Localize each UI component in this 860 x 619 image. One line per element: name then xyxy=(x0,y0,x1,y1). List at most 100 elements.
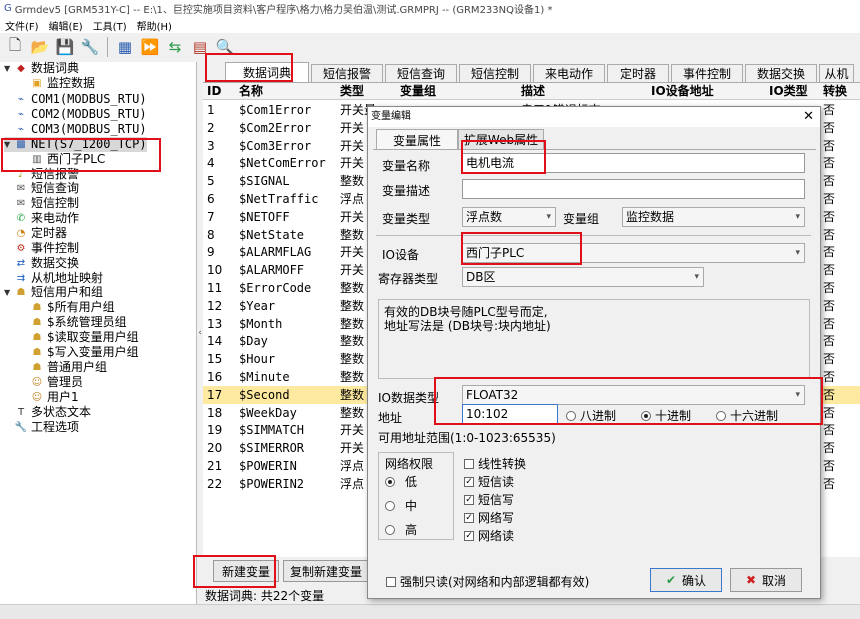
tree-item[interactable]: ☗ $写入变量用户组 xyxy=(20,345,139,360)
tree-item[interactable]: ⌁ COM3(MODBUS_RTU) xyxy=(4,122,147,137)
tab-variable-attrs[interactable]: 变量属性 xyxy=(376,129,458,150)
tab-3[interactable]: 短信控制 xyxy=(459,64,531,82)
checkbox-4[interactable]: ✓ 网络读 xyxy=(464,527,514,544)
col-type[interactable]: 类型 xyxy=(340,83,364,100)
checkbox-3[interactable]: ✓ 网络写 xyxy=(464,509,514,526)
tree-item[interactable]: ▼ ◆ 数据词典 xyxy=(4,61,79,76)
copy-new-variable-button[interactable]: 复制新建变量 xyxy=(283,560,369,582)
tree-item[interactable]: ⌁ COM1(MODBUS_RTU) xyxy=(4,92,147,107)
tree-item[interactable]: ⇄ 数据交换 xyxy=(4,256,79,271)
perm-low-radio[interactable]: 低 xyxy=(385,473,417,490)
cell-type: 整数 xyxy=(340,298,365,313)
col-id[interactable]: ID xyxy=(207,83,221,100)
tree-item[interactable]: ✆ 来电动作 xyxy=(4,211,79,226)
perm-mid-radio[interactable]: 中 xyxy=(385,497,417,514)
addr-input[interactable]: 10:102 xyxy=(462,404,558,424)
checkbox-1[interactable]: ✓ 短信读 xyxy=(464,473,514,490)
col-name[interactable]: 名称 xyxy=(239,83,263,100)
tab-6[interactable]: 事件控制 xyxy=(671,64,743,82)
tree-item[interactable]: ☗ $读取变量用户组 xyxy=(20,330,139,345)
cancel-button[interactable]: ✖ 取消 xyxy=(730,568,802,592)
checkbox-2[interactable]: ✓ 短信写 xyxy=(464,491,514,508)
tree-item[interactable]: ▼ ▩ NET(S7_1200_TCP) xyxy=(4,137,147,152)
tree-item[interactable]: ✉ 短信控制 xyxy=(4,196,79,211)
download-icon[interactable]: ▤ xyxy=(189,36,211,58)
tree-item[interactable]: ◔ 定时器 xyxy=(4,226,67,241)
cell-conv: 否 xyxy=(823,174,836,189)
tree-item[interactable]: ⌁ COM2(MODBUS_RTU) xyxy=(4,107,147,122)
tab-1[interactable]: 短信报警 xyxy=(311,64,383,82)
tree-item[interactable]: ☗ $系统管理员组 xyxy=(20,315,127,330)
checkbox-0[interactable]: 线性转换 xyxy=(464,455,526,472)
readonly-checkbox[interactable]: 强制只读(对网络和内部逻辑都有效) xyxy=(386,573,589,590)
menu-file[interactable]: 文件(F) xyxy=(0,18,44,33)
close-icon[interactable]: ✕ xyxy=(803,107,814,127)
expander-icon[interactable]: ▼ xyxy=(4,137,14,152)
cell-conv: 否 xyxy=(823,441,836,456)
tab-2[interactable]: 短信查询 xyxy=(385,64,457,82)
save-icon[interactable]: 💾 xyxy=(54,36,76,58)
group-icon: ☗ xyxy=(32,302,42,313)
var-name-input[interactable]: 电机电流 xyxy=(462,153,805,173)
reg-type-select[interactable]: DB区 ▾ xyxy=(462,267,704,287)
plug-icon: ⌁ xyxy=(17,109,25,120)
tab-5[interactable]: 定时器 xyxy=(607,64,669,82)
tree-item[interactable]: ☺ 用户1 xyxy=(20,390,79,405)
var-group-select[interactable]: 监控数据 ▾ xyxy=(622,207,805,227)
tab-0[interactable]: 数据词典 xyxy=(225,62,309,82)
tree-item[interactable]: ☗ $所有用户组 xyxy=(20,300,115,315)
tab-web-attrs[interactable]: 扩展Web属性 xyxy=(458,129,544,149)
radix-dec-radio[interactable]: 十进制 xyxy=(641,407,691,424)
tree-item[interactable]: T 多状态文本 xyxy=(4,405,91,420)
radix-oct-radio[interactable]: 八进制 xyxy=(566,407,616,424)
magnifier-icon[interactable]: 🔍 xyxy=(214,36,236,58)
col-io-addr[interactable]: IO设备地址 xyxy=(651,83,714,100)
col-io-type[interactable]: IO类型 xyxy=(769,83,808,100)
tab-7[interactable]: 数据交换 xyxy=(745,64,817,82)
io-device-select[interactable]: 西门子PLC ▾ xyxy=(462,243,805,263)
menu-tools[interactable]: 工具(T) xyxy=(88,18,132,33)
horizontal-scrollbar[interactable] xyxy=(0,604,860,619)
fast-forward-icon[interactable]: ⏩ xyxy=(139,36,161,58)
ok-button[interactable]: ✔ 确认 xyxy=(650,568,722,592)
cell-type: 整数 xyxy=(340,334,365,349)
var-desc-input[interactable] xyxy=(462,179,805,199)
tree-item[interactable]: ⚙ 事件控制 xyxy=(4,241,80,256)
plug-icon: ⌁ xyxy=(17,94,25,105)
grid-icon[interactable]: ▦ xyxy=(114,36,136,58)
tab-4[interactable]: 来电动作 xyxy=(533,64,605,82)
expander-icon[interactable]: ▼ xyxy=(4,285,14,300)
col-desc[interactable]: 描述 xyxy=(521,83,545,100)
transfer-icon[interactable]: ⇆ xyxy=(164,36,186,58)
menu-help[interactable]: 帮助(H) xyxy=(132,18,177,33)
tree-item[interactable]: ♪ 短信报警 xyxy=(4,167,79,182)
tree-item[interactable]: ⇉ 从机地址映射 xyxy=(4,271,103,286)
tree-item[interactable]: ▣ 监控数据 xyxy=(20,76,95,91)
col-conv[interactable]: 转换 xyxy=(823,83,847,100)
menu-edit[interactable]: 编辑(E) xyxy=(44,18,88,33)
tree-item[interactable]: ▼ ☗ 短信用户和组 xyxy=(4,285,103,300)
plug-icon: ⌁ xyxy=(17,124,25,135)
checkbox-box: ✓ xyxy=(464,494,474,505)
radix-hex-radio[interactable]: 十六进制 xyxy=(716,407,778,424)
expander-icon[interactable]: ▼ xyxy=(4,61,14,76)
wrench-icon[interactable]: 🔧 xyxy=(79,36,101,58)
var-type-select[interactable]: 浮点数 ▾ xyxy=(462,207,556,227)
book-icon: ◆ xyxy=(17,63,25,74)
tab-8[interactable]: 从机 xyxy=(819,64,854,82)
cell-id: 3 xyxy=(207,138,215,153)
tree-item[interactable]: ☗ 普通用户组 xyxy=(20,360,108,375)
tree-item[interactable]: ▥ 西门子PLC xyxy=(20,152,105,167)
perm-high-radio[interactable]: 高 xyxy=(385,521,417,538)
col-group[interactable]: 变量组 xyxy=(400,83,436,100)
cell-conv: 否 xyxy=(823,459,836,473)
open-folder-icon[interactable]: 📂 xyxy=(29,36,51,58)
tree-item[interactable]: 🔧 工程选项 xyxy=(4,420,79,435)
new-variable-button[interactable]: 新建变量 xyxy=(213,560,279,582)
tree-item[interactable]: ✉ 短信查询 xyxy=(4,181,79,196)
tree-item-label: 短信控制 xyxy=(31,196,80,210)
new-file-icon[interactable]: 🗋 xyxy=(4,36,26,58)
tree-item[interactable]: ☺ 管理员 xyxy=(20,375,83,390)
io-dtype-select[interactable]: FLOAT32 ▾ xyxy=(462,385,805,405)
cell-name: $NETOFF xyxy=(239,209,290,224)
